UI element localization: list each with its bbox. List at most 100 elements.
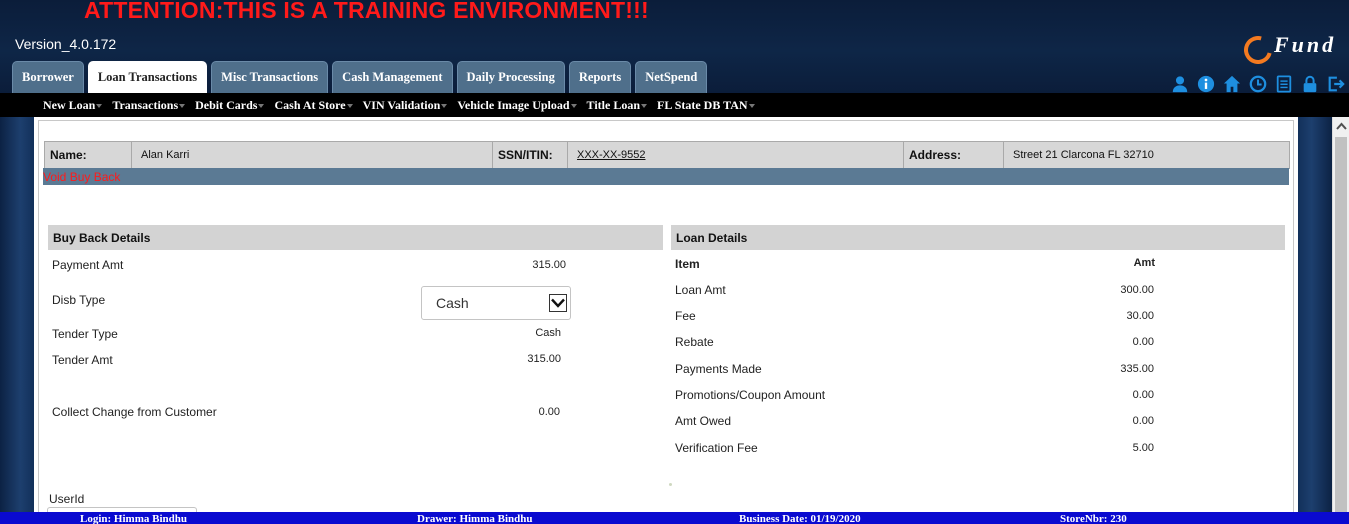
loan-details-amt-header: Amt xyxy=(1133,257,1155,269)
submenu-vehicle-image-upload[interactable]: Vehicle Image Upload xyxy=(457,97,577,113)
main-content: Name: Alan Karri SSN/ITIN: XXX-XX-9552 A… xyxy=(34,117,1298,517)
disb-type-selected: Cash xyxy=(436,295,469,311)
submenu-label: Vehicle Image Upload xyxy=(457,97,570,112)
dropdown-caret-icon xyxy=(179,103,186,108)
clock-icon[interactable] xyxy=(1248,74,1268,93)
loan-details-row-value: 0.00 xyxy=(1132,336,1154,348)
tender-type-label: Tender Type xyxy=(52,327,118,341)
tab-cash-management[interactable]: Cash Management xyxy=(332,61,453,93)
submenu-label: FL State DB TAN xyxy=(657,97,748,112)
customer-address: Street 21 Clarcona FL 32710 xyxy=(1013,149,1154,161)
footer-store-number: StoreNbr: 230 xyxy=(1060,513,1127,524)
tab-daily-processing[interactable]: Daily Processing xyxy=(456,61,565,93)
loan-details-row-value: 0.00 xyxy=(1132,389,1154,401)
action-title: Void Buy Back xyxy=(43,169,121,184)
submenu-label: Debit Cards xyxy=(195,97,258,112)
payment-amt-label: Payment Amt xyxy=(52,258,124,272)
submenu-debit-cards[interactable]: Debit Cards xyxy=(195,97,265,113)
chevron-down-icon[interactable] xyxy=(549,294,567,312)
submenu-vin-validation[interactable]: VIN Validation xyxy=(362,97,448,113)
loan-details-row-label: Verification Fee xyxy=(675,441,758,455)
header-icon-bar xyxy=(1170,74,1349,93)
tab-reports[interactable]: Reports xyxy=(568,61,632,93)
payment-amt-value: 315.00 xyxy=(532,259,566,271)
footer-drawer: Drawer: Himma Bindhu xyxy=(417,513,533,524)
footer-login: Login: Himma Bindhu xyxy=(80,513,187,524)
ssn-value-cell: XXX-XX-9552 xyxy=(568,142,904,168)
scrollbar-thumb[interactable] xyxy=(1335,137,1347,512)
loan-details-row-label: Promotions/Coupon Amount xyxy=(675,388,826,402)
tender-type-value: Cash xyxy=(535,327,561,339)
user-icon[interactable] xyxy=(1170,74,1190,93)
name-label: Name: xyxy=(45,142,132,168)
dropdown-caret-icon xyxy=(441,103,448,108)
loan-details-row-label: Amt Owed xyxy=(675,414,732,428)
submenu-cash-at-store[interactable]: Cash At Store xyxy=(274,97,353,113)
home-icon[interactable] xyxy=(1222,74,1242,93)
info-icon[interactable] xyxy=(1196,74,1216,93)
background-left xyxy=(0,117,34,512)
disb-type-label: Disb Type xyxy=(52,293,106,307)
customer-info-row: Name: Alan Karri SSN/ITIN: XXX-XX-9552 A… xyxy=(44,141,1290,169)
logo-q-ring xyxy=(1238,30,1278,70)
document-icon[interactable] xyxy=(1274,74,1294,93)
content-frame: Name: Alan Karri SSN/ITIN: XXX-XX-9552 A… xyxy=(38,120,1294,517)
tender-amt-value: 315.00 xyxy=(527,353,561,365)
loan-details-row-label: Loan Amt xyxy=(675,283,726,297)
submenu-transactions[interactable]: Transactions xyxy=(112,97,186,113)
collect-change-value: 0.00 xyxy=(538,406,560,418)
collect-change-label: Collect Change from Customer xyxy=(52,405,217,419)
scroll-up-arrow-icon[interactable] xyxy=(1333,117,1349,134)
loan-details-row-value: 0.00 xyxy=(1132,415,1154,427)
main-tabs: Borrower Loan Transactions Misc Transact… xyxy=(12,61,711,93)
qfund-logo: Fund xyxy=(1238,30,1346,70)
loan-details-row-label: Rebate xyxy=(675,335,714,349)
dropdown-caret-icon xyxy=(641,103,648,108)
submenu-fl-state-db-tan[interactable]: FL State DB TAN xyxy=(657,97,755,113)
tab-misc-transactions[interactable]: Misc Transactions xyxy=(211,61,329,93)
submenu-new-loan[interactable]: New Loan xyxy=(43,97,103,113)
loan-details-row-value: 335.00 xyxy=(1120,363,1154,375)
dropdown-caret-icon xyxy=(346,103,353,108)
address-label: Address: xyxy=(904,142,1004,168)
loan-details-row-label: Fee xyxy=(675,309,696,323)
ssn-label: SSN/ITIN: xyxy=(493,142,568,168)
loan-details-row-label: Payments Made xyxy=(675,362,762,376)
customer-name: Alan Karri xyxy=(132,142,493,168)
submenu-label: Transactions xyxy=(112,97,179,112)
loan-details-row-value: 5.00 xyxy=(1132,442,1154,454)
dropdown-caret-icon xyxy=(748,103,755,108)
decorative-dot xyxy=(669,483,672,486)
submenu-label: Cash At Store xyxy=(274,97,346,112)
dropdown-caret-icon xyxy=(258,103,265,108)
background-right xyxy=(1298,117,1332,512)
dropdown-caret-icon xyxy=(570,103,577,108)
status-footer: Login: Himma Bindhu Drawer: Himma Bindhu… xyxy=(0,512,1349,524)
loan-transactions-submenu: New Loan Transactions Debit Cards Cash A… xyxy=(0,93,1349,117)
action-title-bar: Void Buy Back xyxy=(43,168,1289,185)
loan-details-row-value: 30.00 xyxy=(1126,310,1154,322)
logout-icon[interactable] xyxy=(1326,74,1346,93)
vertical-scrollbar[interactable] xyxy=(1332,117,1349,512)
tab-netspend[interactable]: NetSpend xyxy=(635,61,708,93)
version-label: Version_4.0.172 xyxy=(15,36,117,52)
userid-label: UserId xyxy=(49,492,85,506)
submenu-label: Title Loan xyxy=(586,97,641,112)
dropdown-caret-icon xyxy=(96,103,103,108)
training-banner: ATTENTION:THIS IS A TRAINING ENVIRONMENT… xyxy=(84,0,649,23)
loan-details-row-value: 300.00 xyxy=(1120,284,1154,296)
lock-icon[interactable] xyxy=(1300,74,1320,93)
logo-text: Fund xyxy=(1274,32,1337,57)
tender-amt-label: Tender Amt xyxy=(52,353,113,367)
app-header: ATTENTION:THIS IS A TRAINING ENVIRONMENT… xyxy=(0,0,1349,93)
disb-type-select[interactable]: Cash xyxy=(421,286,571,320)
submenu-label: VIN Validation xyxy=(362,97,441,112)
tab-loan-transactions[interactable]: Loan Transactions xyxy=(87,61,208,93)
tab-borrower[interactable]: Borrower xyxy=(12,61,84,93)
loan-details-header: Loan Details xyxy=(671,225,1285,250)
ssn-link[interactable]: XXX-XX-9552 xyxy=(577,149,645,161)
loan-details-item-header: Item xyxy=(675,257,700,271)
buy-back-details-header: Buy Back Details xyxy=(48,225,663,250)
submenu-label: New Loan xyxy=(43,97,96,112)
submenu-title-loan[interactable]: Title Loan xyxy=(586,97,648,113)
